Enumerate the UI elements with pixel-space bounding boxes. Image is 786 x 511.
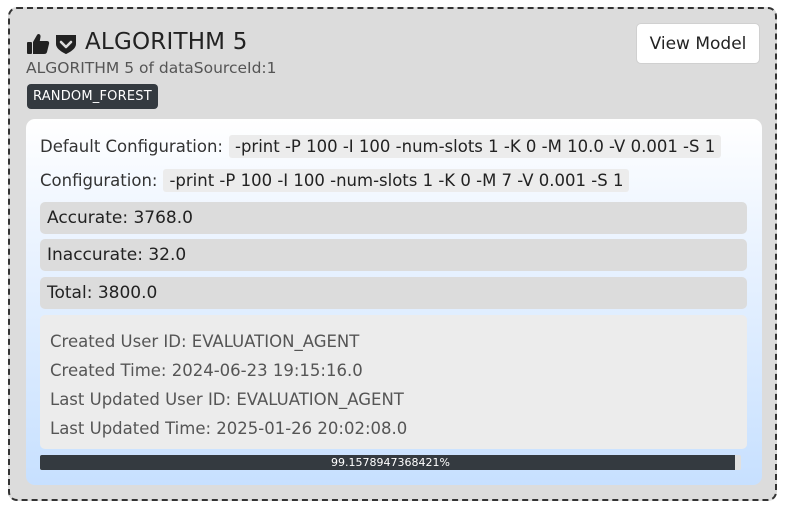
- metadata-box: Created User ID: EVALUATION_AGENT Create…: [40, 315, 747, 449]
- updated-time: Last Updated Time: 2025-01-26 20:02:08.0: [50, 419, 408, 438]
- card-subtitle: ALGORITHM 5 of dataSourceId:1: [26, 59, 277, 77]
- details-panel: Default Configuration: -print -P 100 -I …: [26, 119, 762, 485]
- config-value: -print -P 100 -I 100 -num-slots 1 -K 0 -…: [163, 169, 630, 192]
- algorithm-card: ALGORITHM 5 ALGORITHM 5 of dataSourceId:…: [8, 7, 777, 501]
- accurate-stat: Accurate: 3768.0: [40, 202, 747, 234]
- thumbs-up-icon[interactable]: [26, 32, 50, 56]
- inaccurate-stat: Inaccurate: 32.0: [40, 239, 747, 271]
- view-model-button[interactable]: View Model: [636, 23, 760, 64]
- config-row: Configuration: -print -P 100 -I 100 -num…: [40, 169, 630, 192]
- default-config-value: -print -P 100 -I 100 -num-slots 1 -K 0 -…: [229, 135, 722, 158]
- shield-check-icon[interactable]: [54, 32, 78, 56]
- updated-user: Last Updated User ID: EVALUATION_AGENT: [50, 390, 404, 409]
- total-stat: Total: 3800.0: [40, 277, 747, 309]
- created-time: Created Time: 2024-06-23 19:15:16.0: [50, 361, 363, 380]
- config-label: Configuration:: [40, 171, 158, 190]
- default-config-label: Default Configuration:: [40, 137, 223, 156]
- progress-label: 99.1578947368421%: [331, 456, 450, 469]
- card-title: ALGORITHM 5: [85, 29, 248, 55]
- default-config-row: Default Configuration: -print -P 100 -I …: [40, 135, 722, 158]
- created-user: Created User ID: EVALUATION_AGENT: [50, 332, 360, 351]
- algorithm-type-badge: RANDOM_FOREST: [27, 84, 158, 109]
- accuracy-progress-bar: 99.1578947368421%: [40, 455, 741, 470]
- header-icons: [26, 32, 78, 56]
